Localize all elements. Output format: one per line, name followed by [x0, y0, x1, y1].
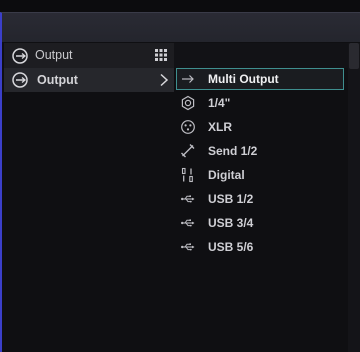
usb-icon: [180, 239, 196, 255]
xlr-connector-icon: [180, 119, 196, 135]
output-port-icon: [11, 71, 29, 89]
chevron-right-icon: [159, 73, 169, 87]
submenu-item-usb-1-2[interactable]: USB 1/2: [176, 188, 344, 210]
submenu-item-multi-output[interactable]: Multi Output: [176, 68, 344, 90]
frame-top-edge: [0, 0, 360, 12]
submenu-item-label: Multi Output: [208, 72, 279, 86]
usb-icon: [180, 215, 196, 231]
submenu-item-digital[interactable]: Digital: [176, 164, 344, 186]
submenu-item-quarter-inch[interactable]: 1/4": [176, 92, 344, 114]
send-cable-icon: [180, 143, 196, 159]
submenu-item-usb-3-4[interactable]: USB 3/4: [176, 212, 344, 234]
output-submenu: Multi Output 1/4" XLR Send 1/2 Digital U…: [176, 68, 348, 258]
digital-icon: [180, 167, 196, 183]
quarter-inch-jack-icon: [180, 95, 196, 111]
submenu-item-label: XLR: [208, 120, 232, 134]
submenu-item-label: 1/4": [208, 96, 231, 110]
submenu-item-send[interactable]: Send 1/2: [176, 140, 344, 162]
scrollbar-track[interactable]: [348, 43, 360, 352]
output-menu-item-label: Output: [37, 73, 78, 87]
submenu-item-xlr[interactable]: XLR: [176, 116, 344, 138]
scrollbar-thumb[interactable]: [349, 43, 359, 69]
submenu-header-strip: [174, 43, 348, 68]
arrow-right-icon: [180, 71, 196, 87]
submenu-item-label: USB 1/2: [208, 192, 254, 206]
output-port-icon: [11, 47, 29, 65]
submenu-item-label: Send 1/2: [208, 144, 258, 158]
submenu-item-label: USB 5/6: [208, 240, 254, 254]
submenu-item-label: Digital: [208, 168, 245, 182]
output-header: Output: [4, 43, 174, 68]
title-bar[interactable]: [0, 12, 360, 42]
grid-icon[interactable]: [155, 49, 167, 61]
output-header-title: Output: [35, 48, 73, 62]
submenu-item-usb-5-6[interactable]: USB 5/6: [176, 236, 344, 258]
submenu-item-label: USB 3/4: [208, 216, 254, 230]
window-left-border: [0, 42, 2, 352]
usb-icon: [180, 191, 196, 207]
window-frame: Output Output Multi Output 1/4" XLR Send…: [0, 0, 360, 352]
output-menu-item[interactable]: Output: [4, 68, 174, 92]
